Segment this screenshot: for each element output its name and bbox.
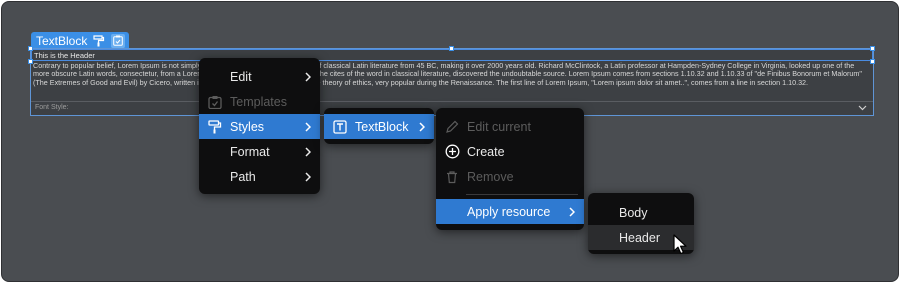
- textblock-submenu[interactable]: Edit current Create Remove Apply resourc…: [436, 108, 584, 230]
- styles-submenu[interactable]: TextBlock: [324, 108, 434, 144]
- menu-item-label: Edit: [230, 69, 252, 84]
- resize-handle-top-right[interactable]: [870, 46, 875, 51]
- chevron-right-icon: [304, 171, 312, 182]
- menu-item-label: Format: [230, 144, 270, 159]
- template-icon[interactable]: [111, 33, 126, 48]
- mouse-cursor-icon: [673, 234, 687, 255]
- design-canvas[interactable]: TextBlock This is the Header Contrary to…: [1, 1, 899, 282]
- menu-item-edit[interactable]: Edit: [199, 64, 320, 89]
- plus-circle-icon: [444, 144, 460, 160]
- menu-item-remove: Remove: [436, 164, 584, 189]
- context-menu[interactable]: Edit Templates Styles Format Path: [199, 58, 320, 194]
- chevron-down-icon[interactable]: [858, 102, 867, 114]
- menu-item-path[interactable]: Path: [199, 164, 320, 189]
- menu-item-label: Remove: [467, 169, 514, 184]
- menu-item-label: Header: [619, 230, 660, 245]
- menu-item-templates: Templates: [199, 89, 320, 114]
- chevron-right-icon: [418, 121, 426, 132]
- resize-handle-top-center[interactable]: [449, 46, 454, 51]
- chevron-right-icon: [304, 71, 312, 82]
- menu-item-create[interactable]: Create: [436, 139, 584, 164]
- menu-item-label: Create: [467, 144, 505, 159]
- menu-item-label: Edit current: [467, 119, 531, 134]
- trash-icon: [444, 169, 460, 185]
- menu-item-label: TextBlock: [355, 119, 409, 134]
- template-icon: [207, 94, 223, 110]
- font-style-label: Font Style:: [35, 104, 69, 111]
- chevron-right-icon: [304, 121, 312, 132]
- menu-item-label: Path: [230, 169, 256, 184]
- chevron-right-icon: [568, 206, 576, 217]
- paint-roller-icon[interactable]: [92, 34, 106, 48]
- paint-roller-icon: [207, 119, 223, 135]
- menu-item-format[interactable]: Format: [199, 139, 320, 164]
- menu-item-label: Apply resource: [467, 204, 551, 219]
- menu-item-edit-current: Edit current: [436, 114, 584, 139]
- menu-item-label: Body: [619, 205, 648, 220]
- menu-item-textblock[interactable]: TextBlock: [324, 114, 434, 139]
- element-tag[interactable]: TextBlock: [31, 32, 130, 49]
- text-block[interactable]: This is the Header Contrary to popular b…: [30, 48, 874, 116]
- menu-item-styles[interactable]: Styles: [199, 114, 320, 139]
- element-tag-label: TextBlock: [36, 33, 88, 48]
- resize-handle-middle-left[interactable]: [28, 59, 33, 64]
- body-text[interactable]: Contrary to popular belief, Lorem Ipsum …: [31, 61, 873, 87]
- text-box-icon: [332, 119, 348, 135]
- resize-handle-top-left[interactable]: [28, 46, 33, 51]
- menu-item-label: Styles: [230, 119, 265, 134]
- chevron-right-icon: [304, 146, 312, 157]
- menu-item-apply-resource[interactable]: Apply resource: [436, 199, 584, 224]
- menu-separator: [466, 194, 578, 195]
- menu-item-label: Templates: [230, 94, 287, 109]
- menu-item-body[interactable]: Body: [588, 200, 694, 225]
- resize-handle-middle-right[interactable]: [870, 59, 875, 64]
- pencil-icon: [444, 119, 460, 135]
